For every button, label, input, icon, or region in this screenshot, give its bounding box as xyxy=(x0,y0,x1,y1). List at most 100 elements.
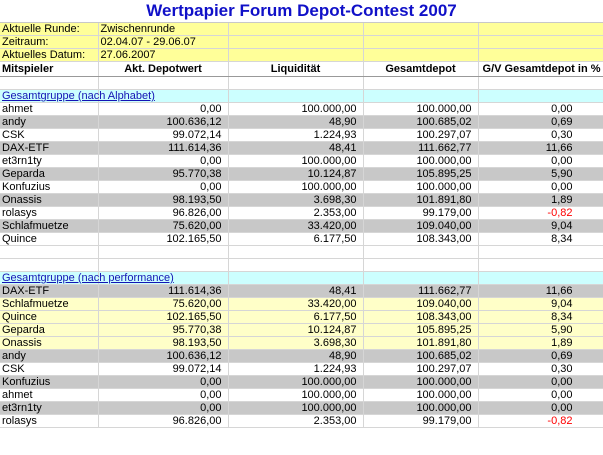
liquidity-cell[interactable]: 10.124,87 xyxy=(228,323,364,337)
gv-percent-cell[interactable]: 9,04 xyxy=(478,297,603,311)
player-name-cell[interactable]: CSK xyxy=(0,362,99,376)
empty-cell[interactable] xyxy=(363,258,479,272)
liquidity-cell[interactable]: 33.420,00 xyxy=(228,219,364,233)
gv-percent-cell[interactable]: 0,30 xyxy=(478,128,603,142)
player-name-cell[interactable]: CSK xyxy=(0,128,99,142)
player-name-cell[interactable]: Geparda xyxy=(0,323,99,337)
total-depot-cell[interactable]: 100.000,00 xyxy=(363,154,479,168)
liquidity-cell[interactable]: 33.420,00 xyxy=(228,297,364,311)
column-header-player[interactable]: Mitspieler xyxy=(0,61,99,77)
empty-cell[interactable] xyxy=(363,76,479,90)
player-name-cell[interactable]: andy xyxy=(0,349,99,363)
total-depot-cell[interactable]: 100.000,00 xyxy=(363,401,479,415)
liquidity-cell[interactable]: 10.124,87 xyxy=(228,167,364,181)
depot-value-cell[interactable]: 102.165,50 xyxy=(98,232,229,246)
gv-percent-cell[interactable]: 0,00 xyxy=(478,388,603,402)
total-depot-cell[interactable]: 100.297,07 xyxy=(363,362,479,376)
column-header-liquidity[interactable]: Liquidität xyxy=(228,61,364,77)
depot-value-cell[interactable]: 0,00 xyxy=(98,102,229,116)
total-depot-cell[interactable]: 111.662,77 xyxy=(363,141,479,155)
column-header-total[interactable]: Gesamtdepot xyxy=(363,61,479,77)
info-value[interactable]: 27.06.2007 xyxy=(98,48,229,62)
depot-value-cell[interactable]: 111.614,36 xyxy=(98,284,229,298)
total-depot-cell[interactable]: 101.891,80 xyxy=(363,336,479,350)
player-name-cell[interactable]: Quince xyxy=(0,310,99,324)
player-name-cell[interactable]: Onassis xyxy=(0,193,99,207)
total-depot-cell[interactable]: 99.179,00 xyxy=(363,206,479,220)
player-name-cell[interactable]: et3rn1ty xyxy=(0,154,99,168)
gv-percent-cell[interactable]: -0,82 xyxy=(478,206,603,220)
total-depot-cell[interactable]: 101.891,80 xyxy=(363,193,479,207)
gv-percent-cell[interactable]: 1,89 xyxy=(478,336,603,350)
empty-cell[interactable] xyxy=(478,89,603,103)
depot-value-cell[interactable]: 0,00 xyxy=(98,388,229,402)
total-depot-cell[interactable]: 109.040,00 xyxy=(363,219,479,233)
group-title[interactable]: Gesamtgruppe (nach performance) xyxy=(0,271,174,285)
total-depot-cell[interactable]: 111.662,77 xyxy=(363,284,479,298)
info-value[interactable]: Zwischenrunde xyxy=(98,23,229,36)
empty-cell[interactable] xyxy=(228,76,364,90)
liquidity-cell[interactable]: 1.224,93 xyxy=(228,128,364,142)
empty-cell[interactable] xyxy=(0,245,99,259)
liquidity-cell[interactable]: 48,90 xyxy=(228,115,364,129)
gv-percent-cell[interactable]: 0,69 xyxy=(478,115,603,129)
empty-cell[interactable] xyxy=(478,258,603,272)
gv-percent-cell[interactable]: 0,00 xyxy=(478,375,603,389)
depot-value-cell[interactable]: 0,00 xyxy=(98,180,229,194)
empty-cell[interactable] xyxy=(478,271,603,285)
empty-cell[interactable] xyxy=(228,89,364,103)
liquidity-cell[interactable]: 100.000,00 xyxy=(228,180,364,194)
group-title[interactable]: Gesamtgruppe (nach Alphabet) xyxy=(0,89,155,103)
player-name-cell[interactable]: Konfuzius xyxy=(0,180,99,194)
depot-value-cell[interactable]: 0,00 xyxy=(98,401,229,415)
depot-value-cell[interactable]: 102.165,50 xyxy=(98,310,229,324)
info-label[interactable]: Aktuelles Datum: xyxy=(0,48,99,62)
depot-value-cell[interactable]: 98.193,50 xyxy=(98,193,229,207)
depot-value-cell[interactable]: 98.193,50 xyxy=(98,336,229,350)
liquidity-cell[interactable]: 6.177,50 xyxy=(228,232,364,246)
gv-percent-cell[interactable]: 0,00 xyxy=(478,180,603,194)
player-name-cell[interactable]: Konfuzius xyxy=(0,375,99,389)
total-depot-cell[interactable]: 108.343,00 xyxy=(363,310,479,324)
depot-value-cell[interactable]: 96.826,00 xyxy=(98,206,229,220)
gv-percent-cell[interactable]: 11,66 xyxy=(478,141,603,155)
empty-cell[interactable] xyxy=(0,76,99,90)
depot-value-cell[interactable]: 100.636,12 xyxy=(98,115,229,129)
total-depot-cell[interactable]: 100.685,02 xyxy=(363,115,479,129)
empty-cell[interactable] xyxy=(363,89,479,103)
depot-value-cell[interactable]: 111.614,36 xyxy=(98,141,229,155)
player-name-cell[interactable]: ahmet xyxy=(0,102,99,116)
liquidity-cell[interactable]: 3.698,30 xyxy=(228,193,364,207)
total-depot-cell[interactable]: 108.343,00 xyxy=(363,232,479,246)
column-header-gv[interactable]: G/V Gesamtdepot in % xyxy=(478,61,603,77)
player-name-cell[interactable]: andy xyxy=(0,115,99,129)
player-name-cell[interactable]: Schlafmuetze xyxy=(0,297,99,311)
gv-percent-cell[interactable]: 0,00 xyxy=(478,102,603,116)
gv-percent-cell[interactable]: 9,04 xyxy=(478,219,603,233)
player-name-cell[interactable]: Geparda xyxy=(0,167,99,181)
liquidity-cell[interactable]: 48,90 xyxy=(228,349,364,363)
player-name-cell[interactable]: rolasys xyxy=(0,414,99,428)
gv-percent-cell[interactable]: 0,00 xyxy=(478,401,603,415)
depot-value-cell[interactable]: 99.072,14 xyxy=(98,128,229,142)
gv-percent-cell[interactable]: 5,90 xyxy=(478,323,603,337)
depot-value-cell[interactable]: 100.636,12 xyxy=(98,349,229,363)
total-depot-cell[interactable]: 99.179,00 xyxy=(363,414,479,428)
empty-cell[interactable] xyxy=(228,271,364,285)
player-name-cell[interactable]: ahmet xyxy=(0,388,99,402)
gv-percent-cell[interactable]: 0,69 xyxy=(478,349,603,363)
total-depot-cell[interactable]: 100.000,00 xyxy=(363,375,479,389)
info-label[interactable]: Zeitraum: xyxy=(0,35,99,49)
depot-value-cell[interactable]: 75.620,00 xyxy=(98,297,229,311)
empty-cell[interactable] xyxy=(98,258,229,272)
info-label[interactable]: Aktuelle Runde: xyxy=(0,23,99,36)
depot-value-cell[interactable]: 95.770,38 xyxy=(98,323,229,337)
empty-cell[interactable] xyxy=(363,271,479,285)
player-name-cell[interactable]: Quince xyxy=(0,232,99,246)
depot-value-cell[interactable]: 99.072,14 xyxy=(98,362,229,376)
gv-percent-cell[interactable]: 8,34 xyxy=(478,310,603,324)
total-depot-cell[interactable]: 100.000,00 xyxy=(363,102,479,116)
liquidity-cell[interactable]: 2.353,00 xyxy=(228,414,364,428)
liquidity-cell[interactable]: 3.698,30 xyxy=(228,336,364,350)
player-name-cell[interactable]: et3rn1ty xyxy=(0,401,99,415)
